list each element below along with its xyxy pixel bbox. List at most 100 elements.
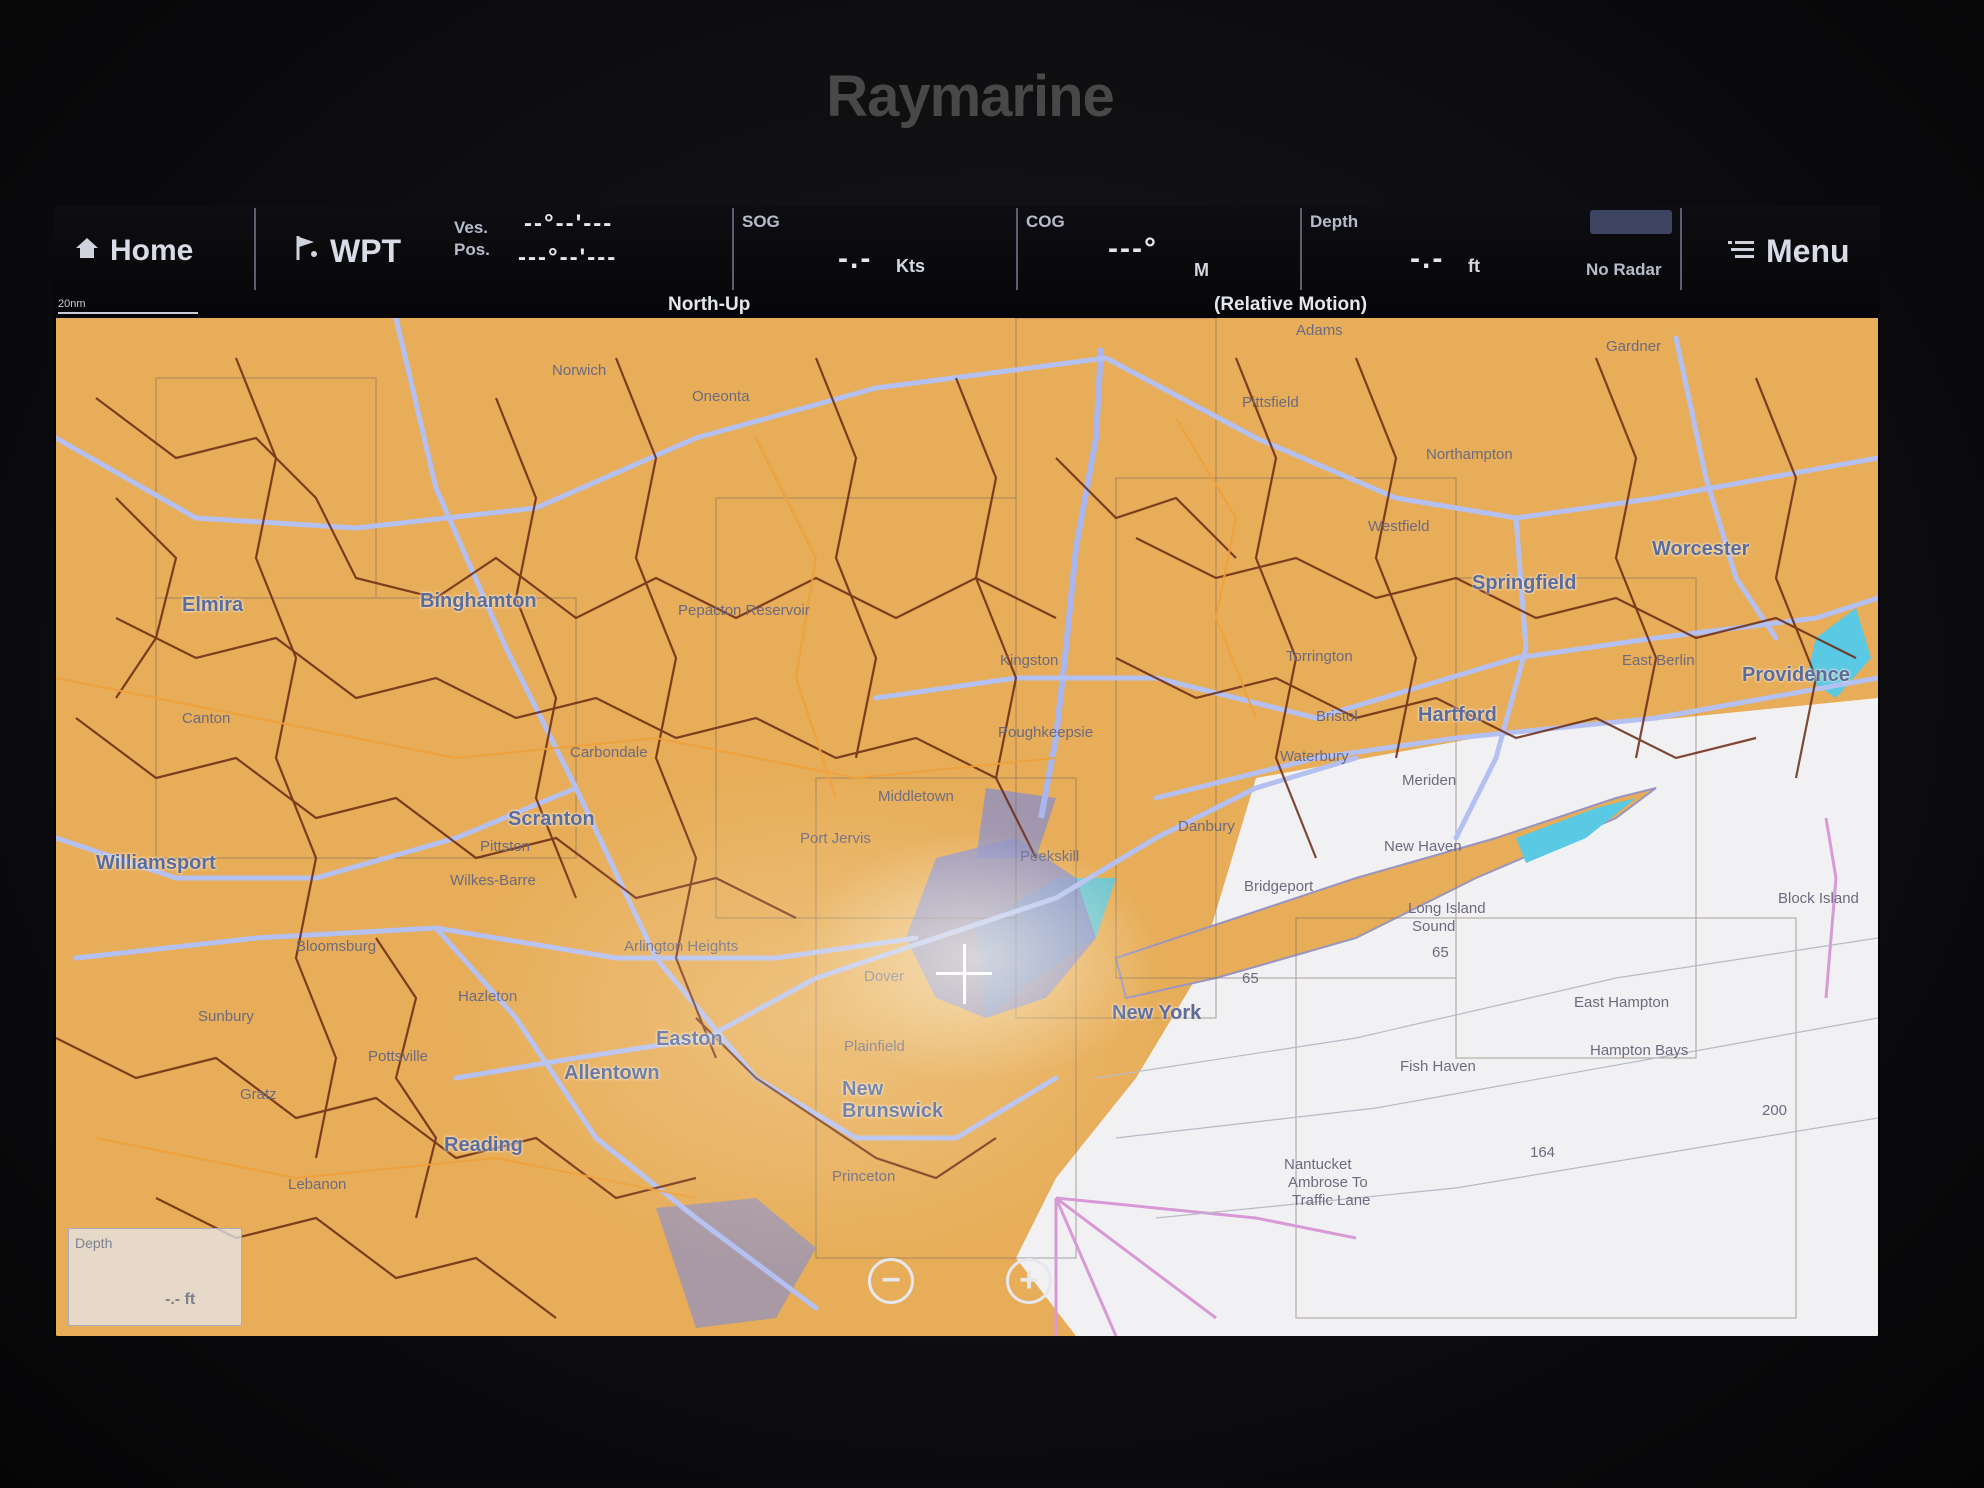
place-label: Bristol [1316, 708, 1358, 725]
sog-label: SOG [742, 212, 780, 231]
chart-map[interactable]: Elmira Binghamton Scranton Williamsport … [56, 318, 1880, 1336]
wpt-button[interactable]: WPT [294, 226, 444, 276]
place-label: Nantucket [1284, 1156, 1352, 1173]
depth-value: -.- [1410, 242, 1445, 275]
wpt-label: WPT [330, 232, 402, 269]
place-label: Elmira [182, 594, 244, 616]
sounding-label: 164 [1530, 1144, 1556, 1161]
scale-label: 20nm [58, 298, 86, 310]
pos-label: Pos. [454, 240, 490, 259]
place-label: East Berlin [1622, 652, 1695, 669]
place-label: Allentown [564, 1062, 660, 1084]
place-label: Canton [182, 710, 231, 727]
divider [732, 208, 734, 290]
place-label: Hartford [1418, 704, 1497, 726]
place-label: New Haven [1384, 838, 1462, 855]
depth-unit: ft [1468, 256, 1480, 276]
place-label: Dover [864, 968, 905, 985]
place-label: Sound [1412, 918, 1456, 935]
place-label: Waterbury [1280, 748, 1349, 765]
place-label: Gardner [1606, 338, 1662, 355]
place-label: Port Jervis [800, 830, 871, 847]
place-label: Pittsfield [1242, 394, 1299, 411]
divider [1016, 208, 1018, 290]
place-label: Meriden [1402, 772, 1457, 789]
place-label: Scranton [508, 808, 595, 830]
place-label: Binghamton [420, 590, 537, 612]
place-label: Plainfield [844, 1038, 905, 1055]
place-label: Peekskill [1020, 848, 1080, 865]
place-label: Danbury [1178, 818, 1235, 835]
home-button[interactable]: Home [74, 226, 274, 276]
latitude-value: --°--'--- [524, 210, 614, 237]
place-label: Traffic Lane [1292, 1192, 1371, 1209]
radar-status[interactable]: No Radar [1586, 260, 1662, 280]
place-label: Springfield [1472, 572, 1577, 594]
depth-overlay-box[interactable]: Depth -.- ft [68, 1228, 242, 1326]
place-label: Oneonta [692, 388, 750, 405]
place-label: Poughkeepsie [998, 724, 1094, 741]
zoom-in-button[interactable]: + [1006, 1258, 1052, 1304]
divider [254, 208, 256, 290]
menu-label: Menu [1766, 232, 1850, 269]
place-label: Hampton Bays [1590, 1042, 1689, 1059]
brand-logo: Raymarine [826, 64, 1115, 129]
menu-icon [1726, 233, 1756, 270]
place-label: Worcester [1652, 538, 1750, 560]
place-label: Norwich [552, 362, 607, 379]
zoom-in-icon: + [1019, 1261, 1039, 1299]
place-label: Reading [444, 1134, 523, 1156]
sounding-label: 65 [1432, 944, 1449, 961]
depth-overlay-label: Depth [75, 1235, 113, 1251]
scale-bar [58, 312, 198, 314]
sog-unit: Kts [896, 256, 926, 276]
zoom-out-button[interactable]: − [868, 1258, 914, 1304]
place-label: Kingston [1000, 652, 1059, 669]
zoom-out-icon: − [881, 1261, 901, 1299]
place-label: Torrington [1286, 648, 1353, 665]
sounding-label: 200 [1762, 1102, 1788, 1119]
place-label: Ambrose To [1288, 1174, 1368, 1191]
place-label: Hazleton [458, 988, 518, 1005]
sounding-label: 65 [1242, 970, 1259, 987]
place-label: Lebanon [288, 1176, 347, 1193]
cog-value: ---° [1108, 232, 1158, 265]
home-icon [74, 234, 100, 268]
crosshair-cursor-icon [963, 944, 966, 1004]
sog-value: -.- [838, 242, 873, 275]
place-label: Arlington Heights [624, 938, 739, 955]
place-label: Northampton [1426, 446, 1513, 463]
depth-overlay-value: -.- ft [165, 1291, 196, 1308]
place-label: Bridgeport [1244, 878, 1314, 895]
data-bar: Home WPT Ves. Pos. --°--'--- ---°--'--- … [54, 206, 1880, 318]
place-label: Pepacton Reservoir [678, 602, 810, 619]
place-label: Pittston [480, 838, 531, 855]
place-label: Brunswick [842, 1100, 944, 1122]
place-label: Adams [1296, 322, 1343, 339]
cog-label: COG [1026, 212, 1065, 231]
depth-label: Depth [1310, 212, 1359, 231]
ves-label: Ves. [454, 218, 489, 237]
divider [1300, 208, 1302, 290]
waypoint-flag-icon [294, 233, 320, 270]
longitude-value: ---°--'--- [518, 244, 618, 271]
place-label: Long Island [1408, 900, 1486, 917]
place-label: Princeton [832, 1168, 896, 1185]
menu-button[interactable]: Menu [1726, 226, 1866, 276]
place-label: Sunbury [198, 1008, 254, 1025]
radar-icon [1590, 210, 1672, 234]
place-label: New York [1112, 1002, 1202, 1024]
chartplotter-screen: Home WPT Ves. Pos. --°--'--- ---°--'--- … [54, 206, 1880, 1336]
place-label: Fish Haven [1400, 1058, 1476, 1075]
place-label: Williamsport [96, 852, 216, 874]
place-label: Gratz [240, 1086, 277, 1103]
home-label: Home [110, 234, 194, 267]
place-label: Wilkes-Barre [450, 872, 536, 889]
cog-unit: M [1194, 260, 1209, 280]
place-label: Providence [1742, 664, 1850, 686]
place-label: Middletown [878, 788, 954, 805]
place-label: Block Island [1778, 890, 1859, 907]
depth-panel: Depth -.- ft [1306, 206, 1606, 318]
place-label: Carbondale [570, 744, 648, 761]
sog-panel: SOG -.- Kts [738, 206, 1008, 318]
